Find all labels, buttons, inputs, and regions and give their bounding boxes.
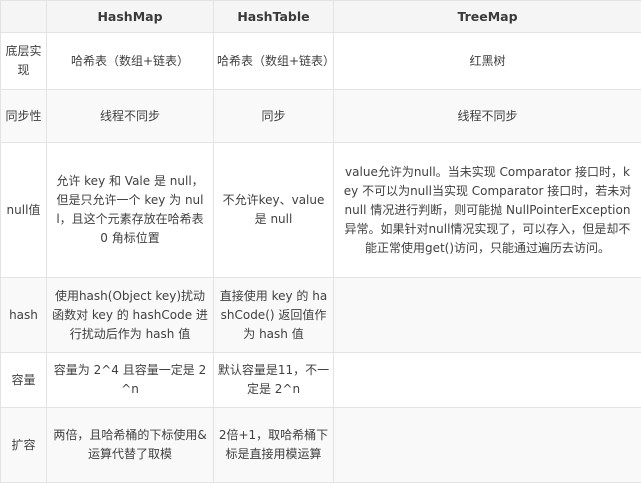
table-row: 同步性 线程不同步 同步 线程不同步 (0, 89, 641, 143)
row-label: null值 (0, 142, 47, 278)
row-label: 容量 (0, 352, 47, 408)
table-row: 底层实现 哈希表（数组+链表） 哈希表（数组+链表） 红黑树 (0, 32, 641, 90)
hashtable-cell: 直接使用 key 的 hashCode() 返回值作为 hash 值 (213, 277, 334, 353)
header-row: HashMap HashTable TreeMap (0, 0, 641, 33)
table-row: null值 允许 key 和 Vale 是 null，但是只允许一个 key 为… (0, 142, 641, 278)
hashmap-cell: 线程不同步 (46, 89, 214, 143)
hashmap-cell: 使用hash(Object key)扰动函数对 key 的 hashCode 进… (46, 277, 214, 353)
hashtable-cell: 同步 (213, 89, 334, 143)
treemap-cell: 线程不同步 (333, 89, 641, 143)
hashtable-cell: 不允许key、value 是 null (213, 142, 334, 278)
hashtable-cell: 2倍+1，取哈希桶下标是直接用模运算 (213, 407, 334, 483)
header-hashmap: HashMap (46, 0, 214, 33)
hashmap-cell: 允许 key 和 Vale 是 null，但是只允许一个 key 为 null，… (46, 142, 214, 278)
hashtable-cell: 默认容量是11，不一定是 2^n (213, 352, 334, 408)
treemap-cell: value允许为null。当未实现 Comparator 接口时，key 不可以… (333, 142, 641, 278)
row-label: 扩容 (0, 407, 47, 483)
comparison-table: HashMap HashTable TreeMap 底层实现 哈希表（数组+链表… (0, 0, 641, 483)
header-empty (0, 0, 47, 33)
treemap-cell (333, 407, 641, 483)
table-row: 容量 容量为 2^4 且容量一定是 2^n 默认容量是11，不一定是 2^n (0, 352, 641, 408)
row-label: 同步性 (0, 89, 47, 143)
treemap-cell (333, 277, 641, 353)
treemap-cell (333, 352, 641, 408)
row-label: 底层实现 (0, 32, 47, 90)
hashmap-cell: 两倍，且哈希桶的下标使用&运算代替了取模 (46, 407, 214, 483)
table-row: 扩容 两倍，且哈希桶的下标使用&运算代替了取模 2倍+1，取哈希桶下标是直接用模… (0, 407, 641, 483)
header-hashtable: HashTable (213, 0, 334, 33)
hashmap-cell: 容量为 2^4 且容量一定是 2^n (46, 352, 214, 408)
header-treemap: TreeMap (333, 0, 641, 33)
row-label: hash (0, 277, 47, 353)
hashmap-cell: 哈希表（数组+链表） (46, 32, 214, 90)
hashtable-cell: 哈希表（数组+链表） (213, 32, 335, 90)
treemap-cell: 红黑树 (333, 32, 641, 90)
table-row: hash 使用hash(Object key)扰动函数对 key 的 hashC… (0, 277, 641, 353)
